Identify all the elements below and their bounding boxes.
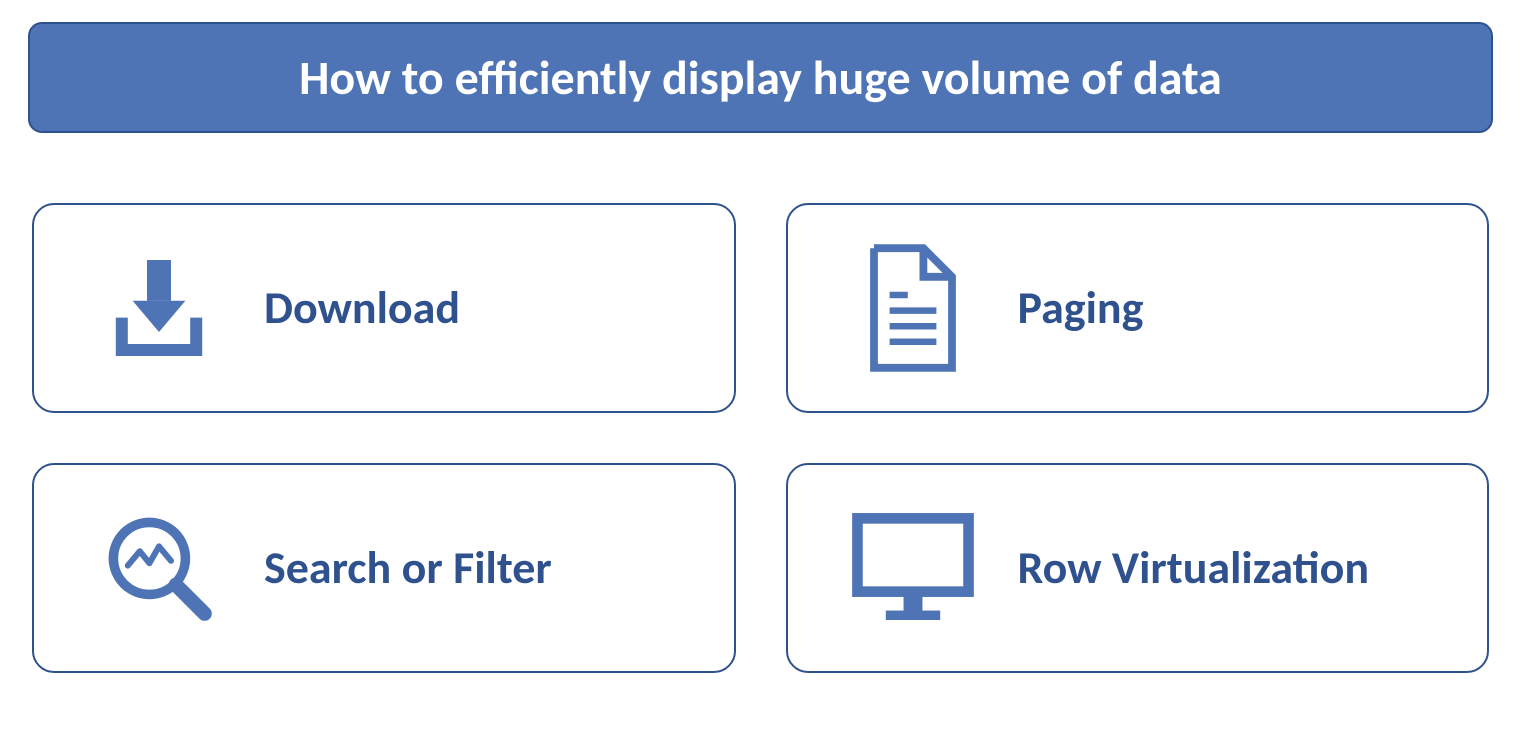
- cards-grid: Download Paging: [28, 203, 1493, 673]
- card-download: Download: [32, 203, 736, 413]
- monitor-icon: [828, 508, 998, 628]
- card-row-virtualization-label: Row Virtualization: [1018, 540, 1370, 596]
- diagram-title: How to efficiently display huge volume o…: [28, 22, 1493, 133]
- card-search-filter-label: Search or Filter: [264, 540, 552, 596]
- document-icon: [828, 243, 998, 373]
- card-paging: Paging: [786, 203, 1490, 413]
- download-icon: [74, 248, 244, 368]
- search-analytics-icon: [74, 508, 244, 628]
- card-search-filter: Search or Filter: [32, 463, 736, 673]
- card-row-virtualization: Row Virtualization: [786, 463, 1490, 673]
- card-paging-label: Paging: [1018, 280, 1144, 336]
- card-download-label: Download: [264, 280, 460, 336]
